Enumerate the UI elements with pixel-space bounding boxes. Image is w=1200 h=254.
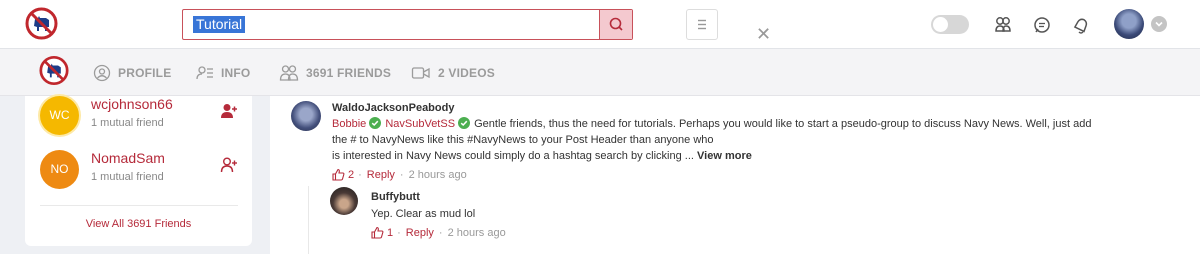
tab-info-label: INFO [221,66,251,80]
mention-tag[interactable]: NavSubVetSS [385,118,455,130]
site-logo-icon[interactable] [25,7,58,40]
comment-timestamp: 2 hours ago [408,168,467,181]
tab-videos-label: 2 VIDEOS [438,66,495,80]
separator-dot: · [397,226,401,239]
profile-nav: PROFILE INFO 3691 FRIENDS 2 VIDEOS [0,49,1200,96]
notifications-bell-icon[interactable] [1071,15,1091,35]
search-button[interactable] [599,10,632,39]
reply-author-avatar[interactable] [330,187,358,215]
comment-author-avatar[interactable] [291,101,321,131]
view-more-link[interactable]: View more [697,150,752,162]
comment-author-name[interactable]: WaldoJacksonPeabody [332,102,454,114]
thread-line [308,186,309,254]
reply-button[interactable]: Reply [406,227,434,239]
chevron-down-icon[interactable] [1151,16,1167,32]
friend-item[interactable]: WC wcjohnson66 1 mutual friend [40,96,250,140]
like-count: 2 [348,168,355,181]
friends-card: WC wcjohnson66 1 mutual friend NO NomadS… [25,96,252,246]
menu-button[interactable] [686,9,718,40]
add-friend-icon[interactable] [220,102,238,120]
view-all-friends-link[interactable]: View All 3691 Friends [25,218,252,230]
tab-info[interactable]: INFO [196,64,250,82]
add-friend-icon[interactable] [220,156,238,174]
mention-tag[interactable]: Bobbie [332,118,366,130]
user-avatar[interactable] [1114,9,1144,39]
search-input-selected-text[interactable]: Tutorial [193,16,246,33]
friend-mutual-count: 1 mutual friend [91,117,164,129]
friends-icon [279,65,299,81]
reply-author-name[interactable]: Buffybutt [371,191,420,203]
clear-search-icon[interactable]: ✕ [756,25,771,43]
comment-text-line: is interested in Navy News could simply … [332,150,694,162]
search-icon [609,17,623,31]
comment-text-line: the # to NavyNews like this #NavyNews to… [332,134,714,146]
comment-actions: 2 · Reply · 2 hours ago [332,168,467,181]
tab-profile[interactable]: PROFILE [93,64,171,82]
friend-name[interactable]: wcjohnson66 [91,96,173,112]
comments-section: WaldoJacksonPeabody Bobbie NavSubVetSS G… [270,96,1200,254]
card-divider [40,205,238,206]
like-count: 1 [387,226,394,239]
separator-dot: · [358,168,362,181]
tab-videos[interactable]: 2 VIDEOS [411,64,495,82]
tab-profile-label: PROFILE [118,66,172,80]
verified-check-icon [458,117,471,129]
reply-body: Yep. Clear as mud lol [371,208,476,220]
menu-icon [698,19,706,30]
separator-dot: · [438,226,443,239]
comment-text-line: Gentle friends, thus the need for tutori… [474,118,1092,130]
friend-avatar[interactable]: NO [40,150,79,189]
like-icon[interactable] [371,226,384,239]
separator-dot: · [399,168,404,181]
messages-icon[interactable] [1032,15,1052,35]
profile-avatar-logo-icon[interactable] [39,54,69,87]
profile-icon [93,64,111,82]
top-bar: Tutorial ✕ [0,0,1200,49]
video-camera-icon [411,67,430,79]
friends-icon[interactable] [993,15,1013,35]
tab-friends[interactable]: 3691 FRIENDS [279,64,391,82]
reply-actions: 1 · Reply · 2 hours ago [371,226,506,239]
info-icon [196,66,213,80]
verified-check-icon [369,117,382,129]
friend-item[interactable]: NO NomadSam 1 mutual friend [40,150,250,194]
search-box: Tutorial ✕ [182,9,771,43]
night-mode-toggle[interactable] [931,15,969,34]
comment-timestamp: 2 hours ago [447,226,506,239]
friend-mutual-count: 1 mutual friend [91,171,164,183]
tab-friends-label: 3691 FRIENDS [306,66,392,80]
toggle-knob [933,17,948,32]
like-icon[interactable] [332,168,345,181]
friend-name[interactable]: NomadSam [91,150,165,166]
friend-avatar[interactable]: WC [40,96,79,135]
comment-body: Bobbie NavSubVetSS Gentle friends, thus … [332,116,1182,164]
reply-button[interactable]: Reply [367,169,395,181]
